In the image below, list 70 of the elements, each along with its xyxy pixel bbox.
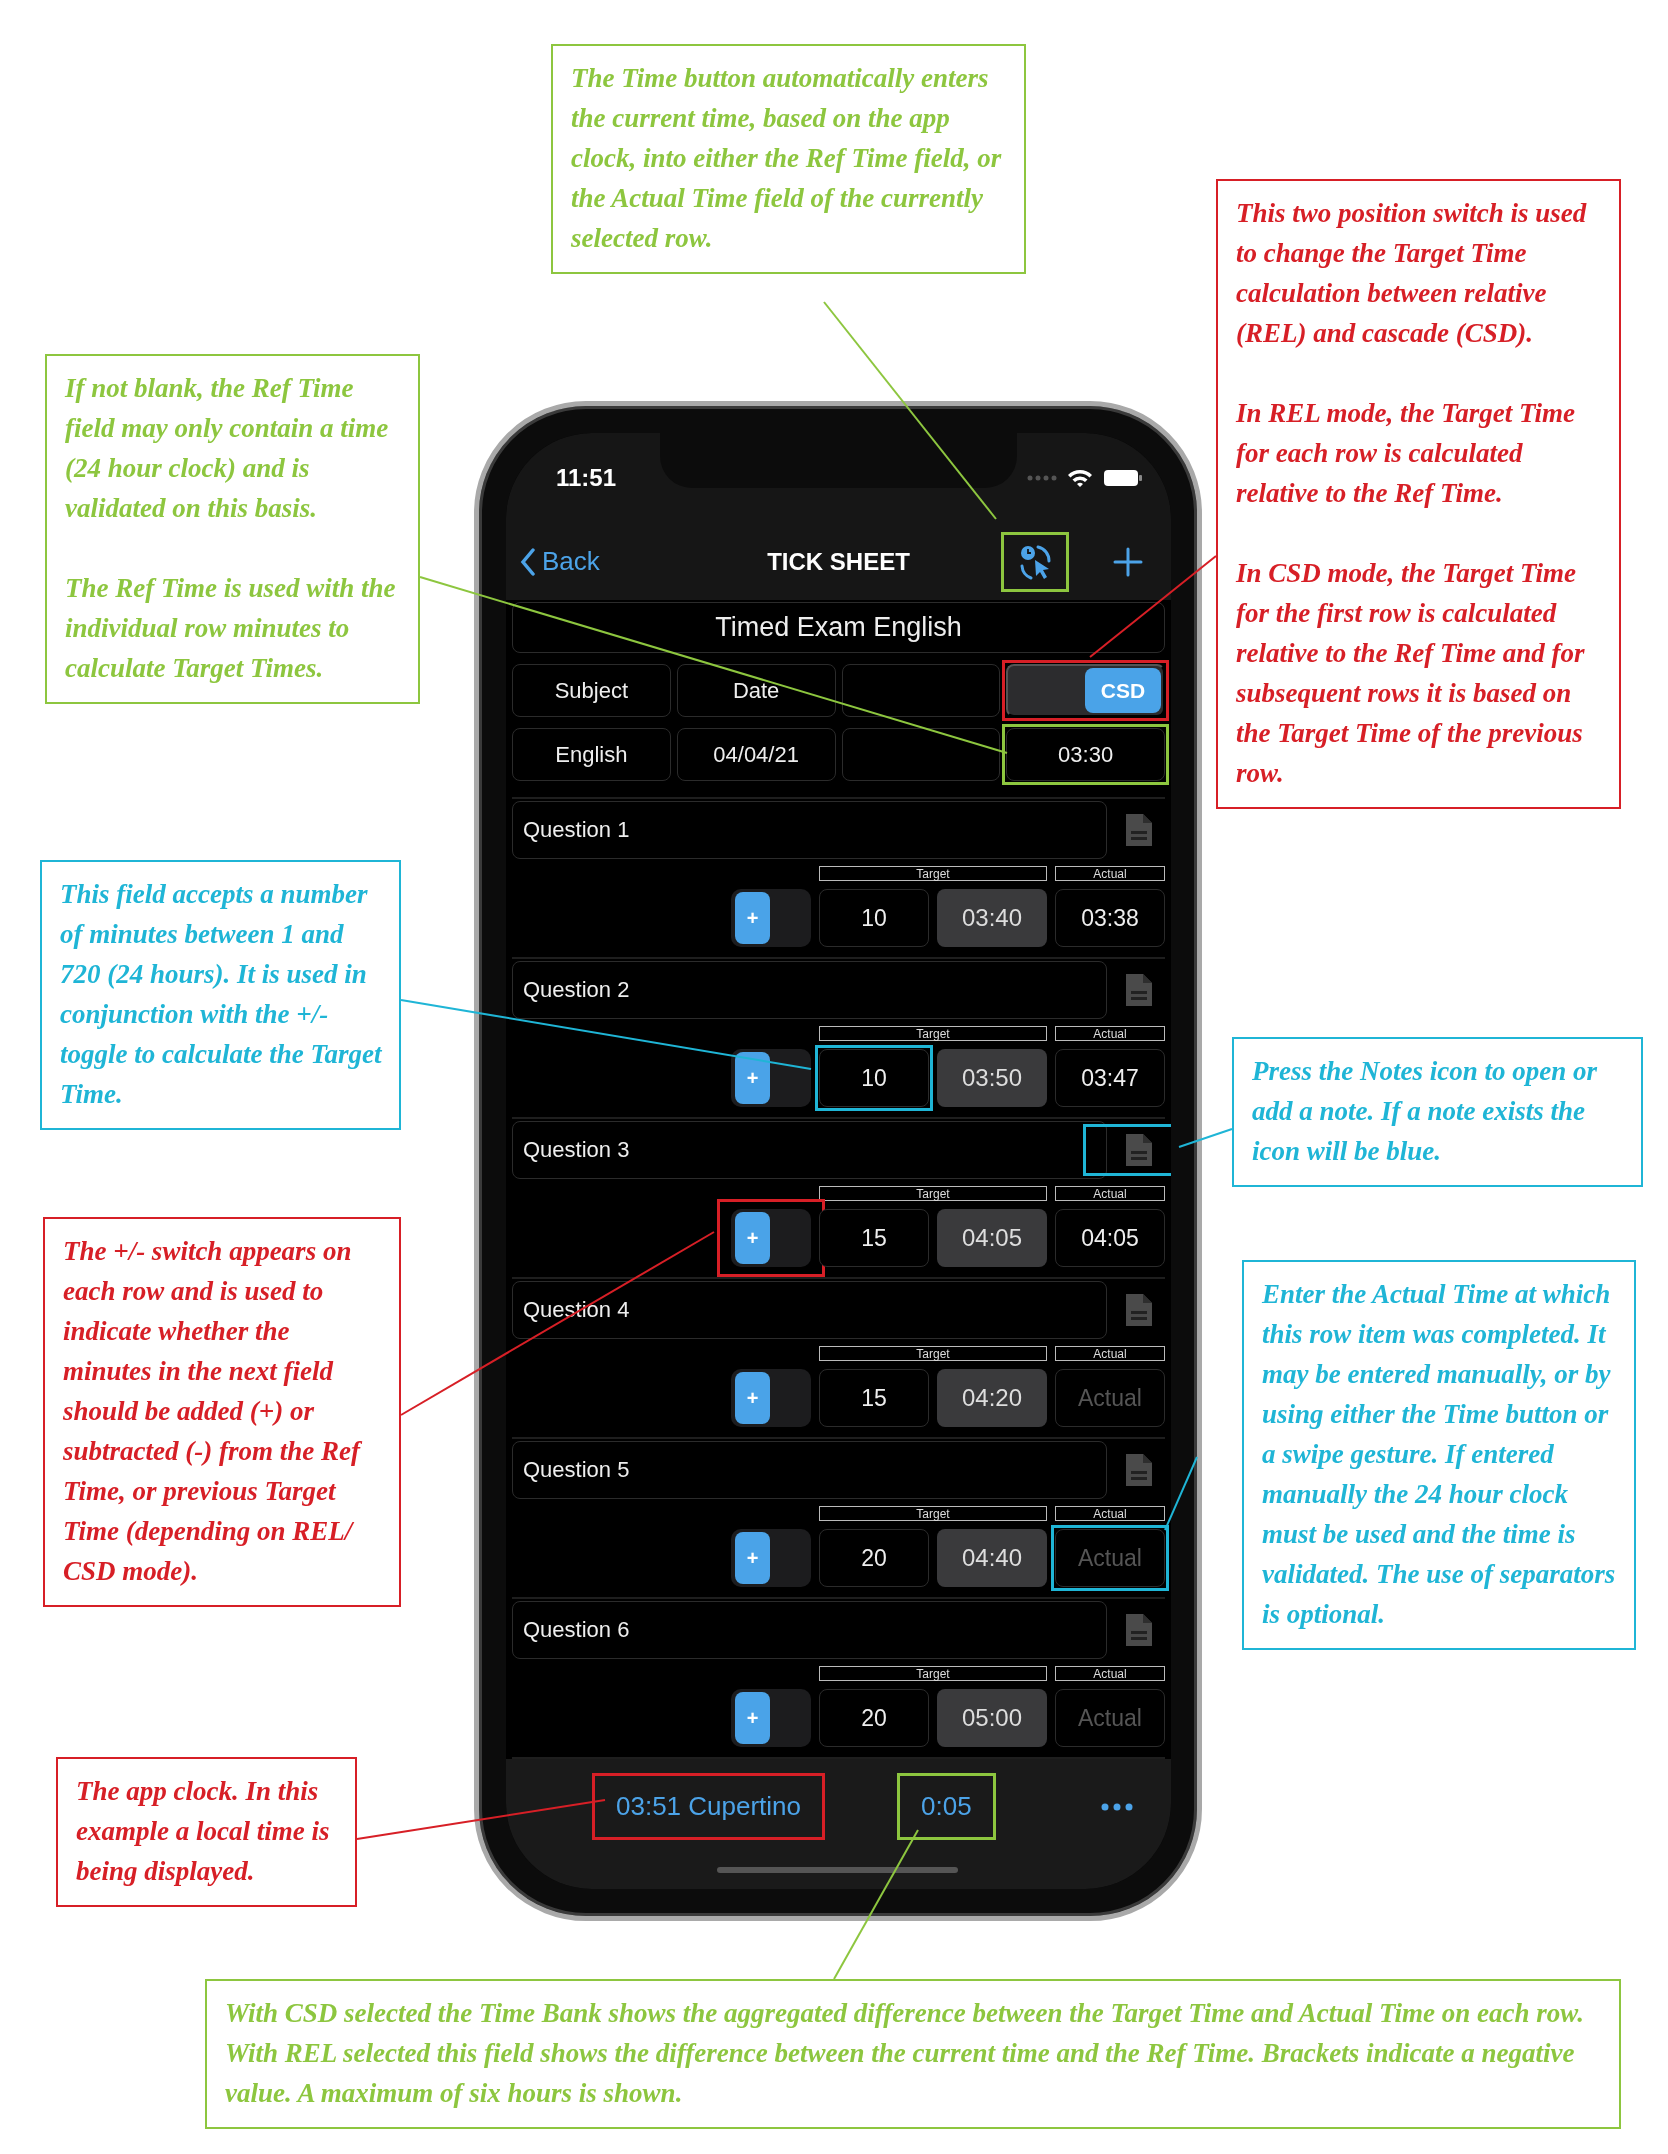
column-header: Target: [819, 1666, 1047, 1681]
sheet-title: Timed Exam English: [512, 602, 1165, 653]
app-clock[interactable]: 03:51 Cupertino: [606, 1783, 812, 1830]
question-field[interactable]: Question 3: [512, 1121, 1107, 1179]
question-field[interactable]: Question 5: [512, 1441, 1107, 1499]
minutes-field[interactable]: 15: [819, 1209, 929, 1267]
column-header: Target: [819, 1346, 1047, 1361]
column-header: Actual: [1055, 1666, 1165, 1681]
minutes-field[interactable]: 20: [819, 1529, 929, 1587]
column-label: Subject: [512, 664, 671, 717]
callout-text: Enter the Actual Time at which this row item was completed. It may be entered manually, or by using either the Time button or a swipe gesture. If entered manually the 24 hour clock must be used and the time is validated. The use of separators is optional.: [1262, 1278, 1617, 1631]
callout-text: In CSD mode, the Target Time for the first row is calculated relative to the Ref Time and for subsequent rows it is based on the Target Time of the previous row.: [1236, 557, 1586, 790]
document-icon[interactable]: [1124, 1132, 1154, 1168]
plus-icon[interactable]: [1113, 546, 1143, 577]
question-field[interactable]: Question 2: [512, 961, 1107, 1019]
document-icon[interactable]: [1124, 972, 1154, 1008]
ref-time-field[interactable]: 03:30: [1006, 728, 1165, 781]
column-header: Actual: [1055, 1346, 1165, 1361]
column-header: Actual: [1055, 1506, 1165, 1521]
actual-time-field[interactable]: 03:38: [1055, 889, 1165, 947]
document-icon[interactable]: [1124, 1452, 1154, 1488]
question-field[interactable]: Question 1: [512, 801, 1107, 859]
callout-text: In REL mode, the Target Time for each row is calculated relative to the Ref Time.: [1236, 397, 1576, 510]
document-icon[interactable]: [1124, 1612, 1154, 1648]
callout-text: The +/- switch appears on each row and is used to indicate whether the minutes in the next field should be added (+) or subtracted (-) from the Ref Time, or previous Target Time (depending on REL/ CSD mode).: [63, 1235, 363, 1588]
wifi-icon: [1067, 468, 1093, 488]
minutes-field[interactable]: 10: [819, 889, 929, 947]
column-header: Target: [819, 1506, 1047, 1521]
callout-text: With CSD selected the Time Bank shows the aggregated difference between the Target Time and Actual Time on each row. With REL selected this field shows the difference between the current time and the Ref Time. Brackets indicate a negative value. A maximum of six hours is shown.: [225, 1997, 1585, 2110]
actual-time-field[interactable]: 03:47: [1055, 1049, 1165, 1107]
actual-time-field[interactable]: 04:05: [1055, 1209, 1165, 1267]
callout-text: Press the Notes icon to open or add a note. If a note exists the icon will be blue.: [1252, 1055, 1598, 1168]
status-time: 11:51: [556, 464, 617, 492]
callout-text: This two position switch is used to change the Target Time calculation between relative (REL) and cascade (CSD).: [1236, 197, 1588, 350]
date-field[interactable]: 04/04/21: [676, 728, 836, 781]
signal-icon: [1027, 475, 1057, 481]
target-time: 04:20: [937, 1369, 1047, 1427]
callout-text: If not blank, the Ref Time field may only contain a time (24 hour clock) and is validated on this basis.: [65, 372, 390, 525]
minutes-field[interactable]: 20: [819, 1689, 929, 1747]
target-time: 04:40: [937, 1529, 1047, 1587]
back-button[interactable]: Back: [520, 546, 768, 577]
more-icon[interactable]: [1101, 1803, 1133, 1811]
minutes-field[interactable]: 15: [819, 1369, 929, 1427]
target-time: 03:40: [937, 889, 1047, 947]
actual-time-field[interactable]: Actual: [1055, 1689, 1165, 1747]
column-header: Actual: [1055, 1026, 1165, 1041]
target-time: 05:00: [937, 1689, 1047, 1747]
column-header: Target: [819, 1026, 1047, 1041]
column-header: Actual: [1055, 866, 1165, 881]
target-time: 03:50: [937, 1049, 1047, 1107]
callout-text: This field accepts a number of minutes between 1 and 720 (24 hours). It is used in conjunction with the +/- toggle to calculate the Target Time.: [60, 878, 383, 1111]
screen-title: TICK SHEET: [767, 547, 910, 576]
column-header: Actual: [1055, 1186, 1165, 1201]
time-bank[interactable]: 0:05: [911, 1783, 982, 1830]
target-time: 04:05: [937, 1209, 1047, 1267]
column-header: Target: [819, 866, 1047, 881]
battery-icon: [1103, 468, 1143, 488]
question-field[interactable]: Question 6: [512, 1601, 1107, 1659]
callout-text: The Time button automatically enters the current time, based on the app clock, into either the Ref Time field, or the Actual Time field of the currently selected row.: [571, 62, 1003, 255]
document-icon[interactable]: [1124, 812, 1154, 848]
subject-field[interactable]: English: [512, 728, 671, 781]
actual-time-field[interactable]: Actual: [1055, 1529, 1165, 1587]
chevron-left-icon[interactable]: [520, 547, 536, 576]
column-header: Target: [819, 1186, 1047, 1201]
minutes-field[interactable]: 10: [819, 1049, 929, 1107]
column-label: Date: [676, 664, 836, 717]
callout-text: The Ref Time is used with the individual row minutes to calculate Target Times.: [65, 572, 397, 685]
document-icon[interactable]: [1124, 1292, 1154, 1328]
callout-text: The app clock. In this example a local time is being displayed.: [76, 1775, 331, 1888]
actual-time-field[interactable]: Actual: [1055, 1369, 1165, 1427]
